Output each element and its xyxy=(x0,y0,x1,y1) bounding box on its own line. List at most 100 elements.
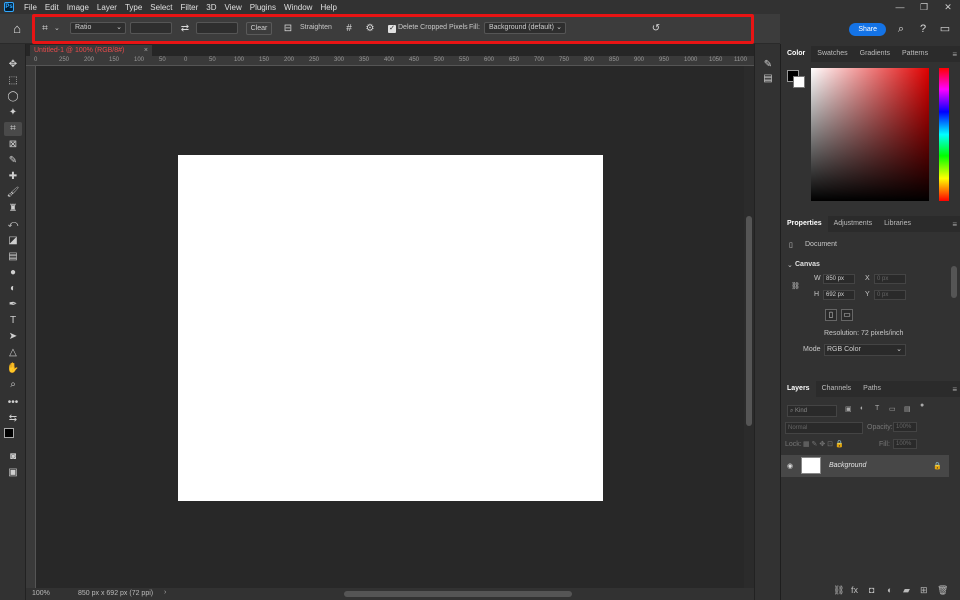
menu-type[interactable]: Type xyxy=(121,3,146,12)
add-mask-icon[interactable]: ◘ xyxy=(869,585,874,595)
workspace-icon[interactable]: ▭ xyxy=(938,22,952,36)
eraser-tool-icon[interactable]: ◪ xyxy=(4,234,22,248)
menu-3d[interactable]: 3D xyxy=(202,3,220,12)
canvas-y-input[interactable]: 0 px xyxy=(874,290,906,300)
swap-icon[interactable]: ⇄ xyxy=(178,22,192,36)
menu-image[interactable]: Image xyxy=(63,3,93,12)
quick-mask-icon[interactable]: ◙ xyxy=(4,450,22,464)
tab-layers[interactable]: Layers xyxy=(781,381,816,397)
frame-tool-icon[interactable]: ⊠ xyxy=(4,138,22,152)
tab-adjustments[interactable]: Adjustments xyxy=(828,216,879,232)
layer-kind-filter[interactable]: ⌕ Kind xyxy=(787,405,837,417)
straighten-icon[interactable]: ⊟ xyxy=(281,22,295,36)
canvas-x-input[interactable]: 0 px xyxy=(874,274,906,284)
document-tab[interactable]: Untitled-1 @ 100% (RGB/8#) × xyxy=(30,45,152,56)
comments-icon[interactable]: ✎ xyxy=(761,58,775,72)
gradient-tool-icon[interactable]: ▤ xyxy=(4,250,22,264)
move-tool-icon[interactable]: ✥ xyxy=(4,58,22,72)
adjustment-layer-icon[interactable]: ◐ xyxy=(887,585,892,595)
menu-view[interactable]: View xyxy=(221,3,246,12)
more-tools-icon[interactable]: ••• xyxy=(4,396,22,410)
ratio-width-input[interactable] xyxy=(130,22,172,34)
panel-menu-icon[interactable]: ≡ xyxy=(952,385,957,394)
healing-brush-tool-icon[interactable]: ✚ xyxy=(4,170,22,184)
landscape-orientation-icon[interactable]: ▭ xyxy=(841,309,853,321)
gear-icon[interactable]: ⚙ xyxy=(363,22,377,36)
tab-patterns[interactable]: Patterns xyxy=(896,46,934,62)
lasso-tool-icon[interactable]: ◯ xyxy=(4,90,22,104)
properties-scrollbar[interactable] xyxy=(951,266,957,298)
horizontal-scrollbar-thumb[interactable] xyxy=(344,591,572,597)
link-icon[interactable]: ⛓ xyxy=(791,282,800,290)
link-layers-icon[interactable]: ⛓ xyxy=(833,585,844,596)
panel-menu-icon[interactable]: ≡ xyxy=(952,220,957,229)
ratio-height-input[interactable] xyxy=(196,22,238,34)
color-picker-field[interactable] xyxy=(811,68,929,201)
delete-cropped-checkbox[interactable]: ✓ xyxy=(388,25,396,33)
tab-libraries[interactable]: Libraries xyxy=(878,216,917,232)
marquee-tool-icon[interactable]: ⬚ xyxy=(4,74,22,88)
menu-filter[interactable]: Filter xyxy=(177,3,203,12)
portrait-orientation-icon[interactable]: ▯ xyxy=(825,309,837,321)
type-tool-icon[interactable]: T xyxy=(4,314,22,328)
tab-paths[interactable]: Paths xyxy=(857,381,887,397)
reset-icon[interactable]: ↺ xyxy=(649,22,663,36)
layer-name[interactable]: Background xyxy=(829,462,866,469)
layer-style-icon[interactable]: fx xyxy=(851,585,858,595)
ratio-select[interactable]: Ratio ⌄ xyxy=(70,22,126,34)
tab-properties[interactable]: Properties xyxy=(781,216,828,232)
opacity-input[interactable]: 100% xyxy=(893,422,917,432)
overlay-grid-icon[interactable]: # xyxy=(342,22,356,36)
blend-mode-select[interactable]: Normal xyxy=(785,422,863,434)
close-button[interactable]: ✕ xyxy=(936,0,960,14)
filter-pixel-icon[interactable]: ▣ xyxy=(845,405,852,413)
share-button[interactable]: Share xyxy=(849,22,886,36)
filter-shape-icon[interactable]: ▭ xyxy=(889,405,896,413)
tab-channels[interactable]: Channels xyxy=(816,381,858,397)
straighten-button[interactable]: Straighten xyxy=(300,24,332,31)
vertical-scrollbar[interactable] xyxy=(744,66,754,588)
restore-button[interactable]: ❐ xyxy=(912,0,936,14)
eyedropper-tool-icon[interactable]: ✎ xyxy=(4,154,22,168)
new-layer-icon[interactable]: ⊞ xyxy=(920,585,928,596)
history-brush-tool-icon[interactable]: ⤺ xyxy=(4,218,22,232)
eye-icon[interactable]: ◉ xyxy=(787,462,793,470)
chat-icon[interactable]: ▤ xyxy=(761,72,775,86)
hue-slider[interactable] xyxy=(939,68,949,201)
background-swatch[interactable] xyxy=(793,76,805,88)
filter-smart-object-icon[interactable]: ▤ xyxy=(904,405,911,413)
filter-type-icon[interactable]: T xyxy=(875,405,879,412)
zoom-level[interactable]: 100% xyxy=(32,590,50,597)
menu-file[interactable]: File xyxy=(20,3,41,12)
minimize-button[interactable]: — xyxy=(888,0,912,14)
menu-window[interactable]: Window xyxy=(280,3,316,12)
close-tab-icon[interactable]: × xyxy=(144,45,148,56)
help-icon[interactable]: ? xyxy=(916,22,930,36)
magic-wand-tool-icon[interactable]: ✦ xyxy=(4,106,22,120)
new-group-icon[interactable]: ▰ xyxy=(903,585,910,596)
canvas-height-input[interactable]: 692 px xyxy=(823,290,855,300)
lock-transparency-icon[interactable]: ▦ ✎ ✥ ⊡ 🔒 xyxy=(803,440,844,448)
mode-select[interactable]: RGB Color ⌄ xyxy=(824,344,906,356)
crop-tool-icon[interactable]: ⌗ xyxy=(4,122,22,136)
tab-gradients[interactable]: Gradients xyxy=(854,46,896,62)
zoom-tool-icon[interactable]: ⌕ xyxy=(4,378,22,392)
brush-tool-icon[interactable]: 🖌 xyxy=(4,186,22,200)
chevron-down-icon[interactable]: ⌄ xyxy=(787,261,793,269)
tab-color[interactable]: Color xyxy=(781,46,812,62)
clone-stamp-tool-icon[interactable]: ♜ xyxy=(4,202,22,216)
dodge-tool-icon[interactable]: ◐ xyxy=(4,282,22,296)
swap-colors-icon[interactable]: ⇆ xyxy=(4,412,22,426)
blur-tool-icon[interactable]: ● xyxy=(4,266,22,280)
trash-icon[interactable]: 🗑 xyxy=(937,585,948,596)
chevron-right-icon[interactable]: › xyxy=(164,589,166,596)
hand-tool-icon[interactable]: ✋ xyxy=(4,362,22,376)
screen-mode-icon[interactable]: ▣ xyxy=(4,466,22,480)
foreground-color-swatch[interactable] xyxy=(4,428,14,438)
tab-swatches[interactable]: Swatches xyxy=(811,46,853,62)
search-icon[interactable]: ⌕ xyxy=(894,22,908,36)
menu-select[interactable]: Select xyxy=(146,3,176,12)
menu-help[interactable]: Help xyxy=(316,3,340,12)
filter-toggle-icon[interactable]: ● xyxy=(920,402,924,409)
scrollbar-thumb[interactable] xyxy=(746,216,752,426)
